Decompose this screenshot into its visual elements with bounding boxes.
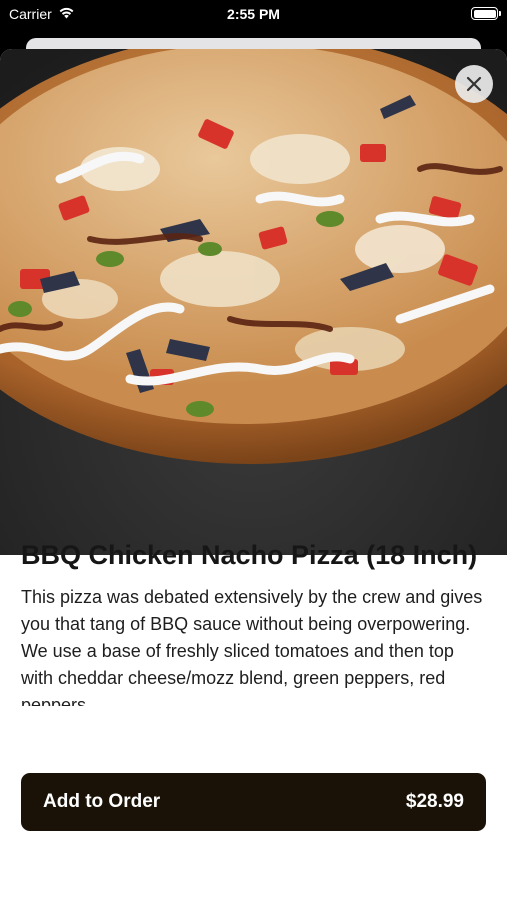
order-price: $28.99: [405, 791, 464, 812]
product-details: BBQ Chicken Nacho Pizza (18 Inch) This p…: [21, 536, 483, 706]
close-icon: [466, 76, 482, 92]
product-title: BBQ Chicken Nacho Pizza (18 Inch): [21, 540, 478, 570]
battery-icon: [471, 7, 501, 20]
pizza-photo: [0, 49, 507, 555]
status-time: 2:55 PM: [227, 6, 280, 22]
status-bar: Carrier 2:55 PM: [0, 0, 507, 30]
add-to-order-button[interactable]: Add to Order $28.99: [21, 773, 486, 831]
close-button[interactable]: [455, 65, 493, 103]
product-description: This pizza was debated extensively by th…: [21, 587, 483, 706]
add-to-order-label: Add to Order: [43, 791, 161, 812]
